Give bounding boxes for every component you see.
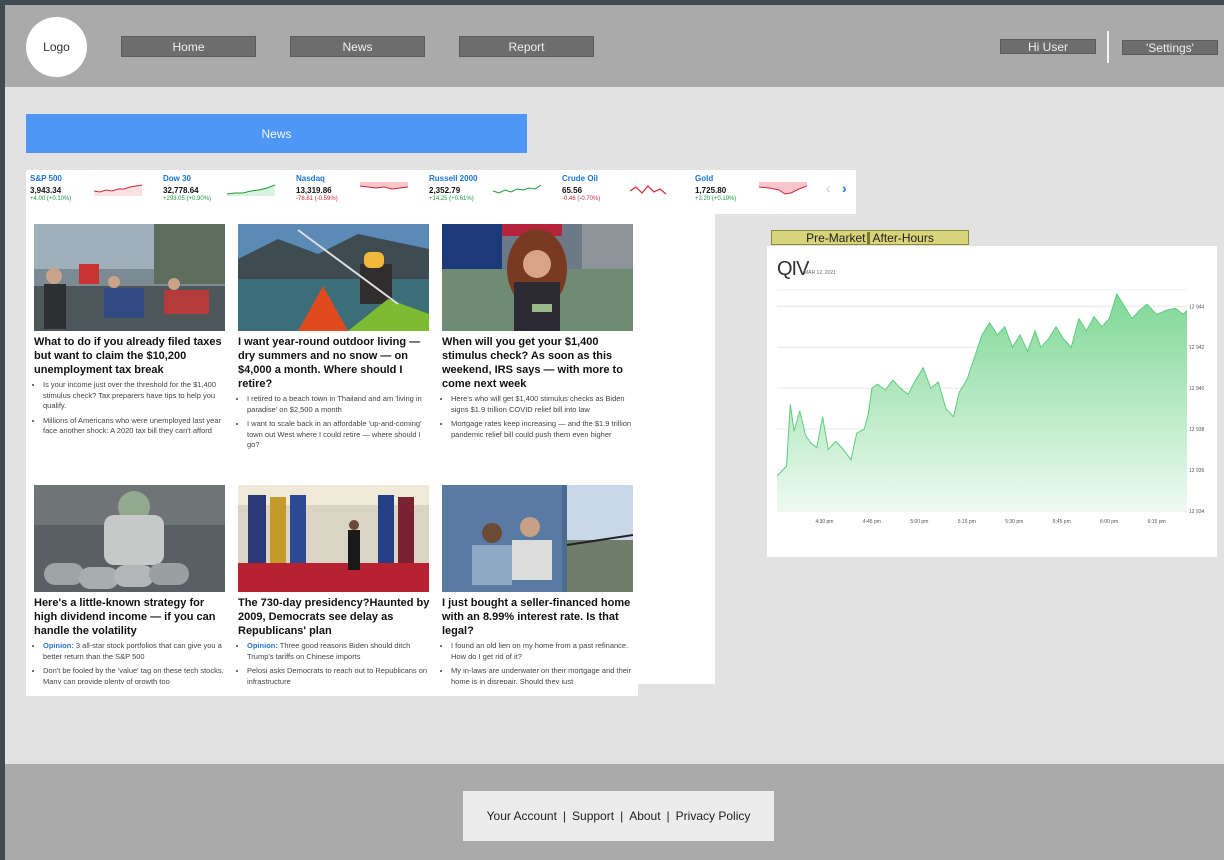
top-header: Logo Home News Report Hi User 'Settings' — [5, 5, 1224, 87]
market-hours-toggle[interactable]: Pre-Market After-Hours — [771, 230, 969, 245]
y-tick-label: 12 938 — [1189, 427, 1205, 433]
article-bullets: I retired to a beach town in Thailand an… — [238, 394, 433, 451]
header-divider — [1107, 31, 1109, 63]
price-area-chart[interactable]: 12 934 12 936 12 938 12 940 12 942 12 944 4:30… — [767, 246, 1217, 557]
list-item[interactable]: Mortgage rates keep increasing — and the… — [451, 419, 637, 440]
ticker-item[interactable]: Gold 1,725.80 +3.20 (+0.19%) — [695, 174, 825, 214]
list-item[interactable]: I retired to a beach town in Thailand an… — [247, 394, 433, 415]
user-greeting-button[interactable]: Hi User — [1000, 39, 1096, 54]
ticker-sparkline — [759, 182, 807, 195]
x-tick-label: 4:30 pm — [815, 519, 833, 525]
article-card[interactable]: I want year-round outdoor living — dry s… — [238, 224, 433, 455]
chevron-right-icon[interactable]: › — [842, 180, 847, 196]
ticker-change: +3.20 (+0.19%) — [695, 196, 737, 202]
y-tick-label: 12 936 — [1189, 468, 1205, 474]
x-tick-label: 5:45 pm — [1053, 519, 1071, 525]
app-frame: Logo Home News Report Hi User 'Settings'… — [5, 5, 1224, 860]
x-tick-label: 6:00 pm — [1100, 519, 1118, 525]
x-tick-label: 6:15 pm — [1148, 519, 1166, 525]
article-bullets: Here's who will get $1,400 stimulus chec… — [442, 394, 637, 440]
news-feed-overflow — [26, 684, 638, 696]
list-item[interactable]: I found an old lien on my home from a pa… — [451, 641, 637, 662]
logo[interactable]: Logo — [26, 17, 87, 77]
article-card[interactable]: The 730-day presidency?Haunted by 2009, … — [238, 485, 433, 691]
news-section-bar[interactable]: News — [26, 114, 527, 153]
ticker-item[interactable]: Nasdaq 13,319.86 -78.81 (-0.59%) — [296, 174, 426, 214]
article-photo[interactable] — [238, 485, 429, 592]
footer-link-about[interactable]: About — [629, 809, 660, 823]
article-bullets: Opinion: 3 all-star stock portfolios tha… — [34, 641, 229, 687]
article-card[interactable]: When will you get your $1,400 stimulus c… — [442, 224, 637, 444]
toggle-divider — [867, 231, 871, 244]
article-headline[interactable]: I just bought a seller-financed home wit… — [442, 596, 637, 638]
y-tick-label: 12 940 — [1189, 386, 1205, 392]
settings-button[interactable]: 'Settings' — [1122, 40, 1218, 55]
list-item[interactable]: Opinion: 3 all-star stock portfolios tha… — [43, 641, 229, 662]
article-card[interactable]: What to do if you already filed taxes bu… — [34, 224, 229, 441]
footer-separator: | — [666, 809, 670, 823]
article-headline[interactable]: The 730-day presidency?Haunted by 2009, … — [238, 596, 433, 638]
ticker-change: -0.46 (-0.70%) — [562, 196, 601, 202]
x-tick-label: 5:00 pm — [910, 519, 928, 525]
x-tick-label: 5:15 pm — [958, 519, 976, 525]
list-item[interactable]: I want to scale back in an affordable 'u… — [247, 419, 433, 451]
article-headline[interactable]: What to do if you already filed taxes bu… — [34, 335, 229, 377]
y-tick-label: 12 942 — [1189, 345, 1205, 351]
ticker-change: +14.25 (+0.61%) — [429, 196, 474, 202]
list-item[interactable]: Millions of Americans who were unemploye… — [43, 416, 229, 437]
footer-link-privacy[interactable]: Privacy Policy — [676, 809, 751, 823]
list-item[interactable]: Opinion: Three good reasons Biden should… — [247, 641, 433, 662]
ticker-item[interactable]: Russell 2000 2,352.79 +14.25 (+0.61%) — [429, 174, 559, 214]
list-item[interactable]: Is your income just over the threshold f… — [43, 380, 229, 412]
after-hours-tab[interactable]: After-Hours — [872, 231, 933, 245]
nav-home-button[interactable]: Home — [121, 36, 256, 57]
chevron-left-icon[interactable]: ‹ — [826, 180, 831, 196]
footer: Your Account | Support | About | Privacy… — [5, 764, 1224, 860]
footer-separator: | — [620, 809, 624, 823]
y-tick-label: 12 934 — [1189, 509, 1205, 515]
ticker-sparkline — [493, 184, 541, 194]
nav-report-button[interactable]: Report — [459, 36, 594, 57]
article-card[interactable]: I just bought a seller-financed home wit… — [442, 485, 637, 691]
ticker-item[interactable]: Crude Oil 65.56 -0.46 (-0.70%) — [562, 174, 692, 214]
article-headline[interactable]: Here's a little-known strategy for high … — [34, 596, 229, 638]
list-item[interactable]: Here's who will get $1,400 stimulus chec… — [451, 394, 637, 415]
news-feed: What to do if you already filed taxes bu… — [26, 214, 715, 686]
article-photo[interactable] — [238, 224, 429, 331]
article-headline[interactable]: When will you get your $1,400 stimulus c… — [442, 335, 637, 391]
footer-link-support[interactable]: Support — [572, 809, 614, 823]
ticker-item[interactable]: S&P 500 3,943.34 +4.00 (+0.10%) — [30, 174, 160, 214]
article-photo[interactable] — [442, 485, 633, 592]
ticker-sparkline — [94, 184, 142, 196]
x-tick-label: 4:45 pm — [863, 519, 881, 525]
ticker-sparkline — [629, 185, 667, 195]
nav-news-button[interactable]: News — [290, 36, 425, 57]
ticker-change: -78.81 (-0.59%) — [296, 196, 338, 202]
x-tick-label: 5:30 pm — [1005, 519, 1023, 525]
footer-links: Your Account | Support | About | Privacy… — [463, 791, 774, 841]
ticker-change: +4.00 (+0.10%) — [30, 196, 72, 202]
article-photo[interactable] — [34, 485, 225, 592]
ticker-sparkline — [227, 184, 275, 196]
article-card[interactable]: Here's a little-known strategy for high … — [34, 485, 229, 691]
article-bullets: Opinion: Three good reasons Biden should… — [238, 641, 433, 687]
ticker-sparkline — [360, 182, 408, 190]
article-photo[interactable] — [34, 224, 225, 331]
pre-market-tab[interactable]: Pre-Market — [806, 231, 865, 245]
footer-separator: | — [562, 809, 567, 823]
price-area — [777, 294, 1187, 511]
ticker-item[interactable]: Dow 30 32,778.64 +293.05 (+0.90%) — [163, 174, 293, 214]
market-ticker: S&P 500 3,943.34 +4.00 (+0.10%) Dow 30 3… — [26, 170, 856, 214]
article-photo[interactable] — [442, 224, 633, 331]
article-bullets: Is your income just over the threshold f… — [34, 380, 229, 437]
article-headline[interactable]: I want year-round outdoor living — dry s… — [238, 335, 433, 391]
stock-chart-panel: QIV MAR 12, 2021 12 934 12 936 12 938 12 94… — [767, 246, 1217, 557]
ticker-change: +293.05 (+0.90%) — [163, 196, 212, 202]
y-tick-label: 12 944 — [1189, 304, 1205, 310]
article-bullets: I found an old lien on my home from a pa… — [442, 641, 637, 687]
footer-link-account[interactable]: Your Account — [487, 809, 557, 823]
